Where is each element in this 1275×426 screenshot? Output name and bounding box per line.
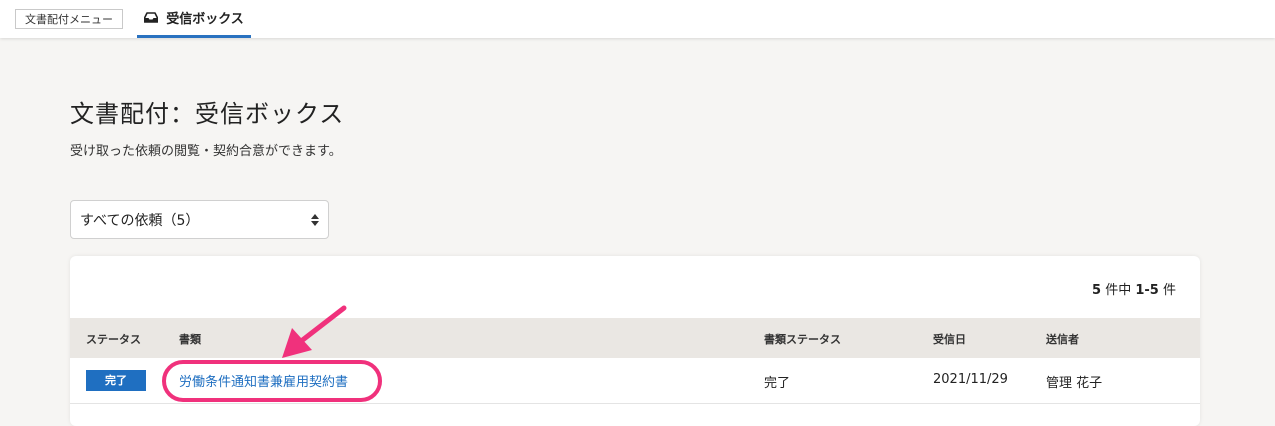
received-date-cell: 2021/11/29 <box>933 372 1008 387</box>
table-row[interactable]: 完了 労働条件通知書兼雇用契約書 完了 2021/11/29 管理 花子 <box>70 358 1200 404</box>
table-header: ステータス 書類 書類ステータス 受信日 送信者 <box>70 318 1200 358</box>
inbox-icon <box>144 12 159 23</box>
page-title: 文書配付：受信ボックス <box>70 100 345 128</box>
count-suffix: 件 <box>1158 283 1176 298</box>
document-menu-button[interactable]: 文書配付メニュー <box>15 9 123 29</box>
page-description: 受け取った依頼の閲覧・契約合意ができます。 <box>70 144 342 159</box>
count-total: 5 <box>1092 283 1102 298</box>
column-header-document[interactable]: 書類 <box>179 331 201 347</box>
column-header-document-status[interactable]: 書類ステータス <box>764 331 841 347</box>
filter-selected-value: すべての依頼（5） <box>80 212 200 229</box>
sender-cell: 管理 花子 <box>1046 376 1103 391</box>
document-status-cell: 完了 <box>764 376 791 391</box>
column-header-received-date[interactable]: 受信日 <box>933 331 966 347</box>
document-link[interactable]: 労働条件通知書兼雇用契約書 <box>179 371 348 390</box>
tab-inbox[interactable]: 受信ボックス <box>137 0 251 38</box>
column-header-status[interactable]: ステータス <box>86 331 141 347</box>
status-badge: 完了 <box>86 370 146 391</box>
count-middle: 件中 <box>1101 283 1136 298</box>
select-arrows-icon <box>311 213 319 226</box>
inbox-table-card: 5 件中 1-5 件 ステータス 書類 書類ステータス 受信日 送信者 完了 労… <box>70 256 1200 426</box>
request-filter-select[interactable]: すべての依頼（5） <box>70 200 329 239</box>
column-header-sender[interactable]: 送信者 <box>1046 331 1079 347</box>
tab-inbox-label: 受信ボックス <box>166 12 244 27</box>
result-count: 5 件中 1-5 件 <box>1092 279 1176 298</box>
count-range: 1-5 <box>1135 283 1159 298</box>
top-bar: 文書配付メニュー 受信ボックス <box>0 0 1275 38</box>
